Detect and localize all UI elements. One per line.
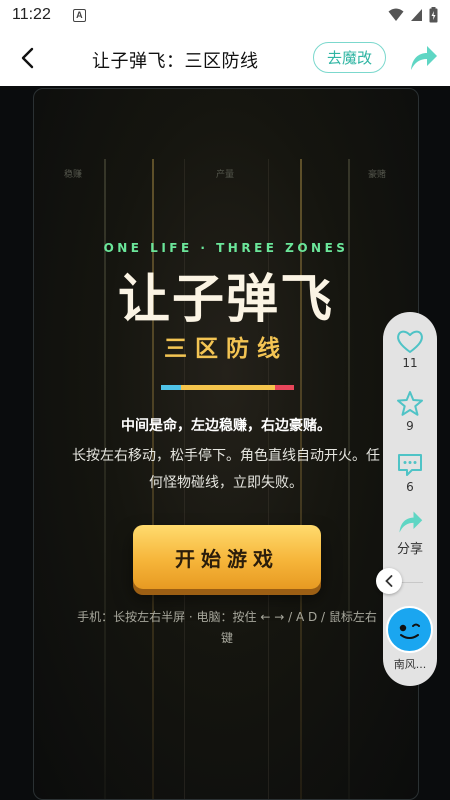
star-icon — [397, 391, 423, 416]
share-button[interactable] — [407, 42, 439, 74]
game-canvas[interactable]: 稳赚 产量 豪赌 ONE LIFE · THREE ZONES 让子弹飞 三区防… — [33, 88, 419, 800]
avatar-face-icon — [399, 623, 420, 639]
controls-hint: 手机：长按左右半屏 · 电脑：按住 ← → / A D / 鼠标左右键 — [77, 610, 377, 645]
zone-color-bar — [161, 385, 294, 390]
share-side-button[interactable]: 分享 — [383, 508, 437, 557]
status-bar: 11:22 A — [0, 0, 450, 30]
comment-button[interactable]: 6 — [383, 452, 437, 494]
notification-icon: A — [72, 8, 86, 22]
hud-label-right: 豪赌 — [368, 170, 387, 180]
star-count: 9 — [406, 419, 414, 433]
author-avatar[interactable] — [386, 606, 433, 653]
start-game-button[interactable]: 开始游戏 — [133, 525, 321, 589]
heart-icon — [397, 330, 423, 353]
zone-bar-right — [275, 385, 294, 390]
zone-bar-mid — [181, 385, 275, 390]
like-button[interactable]: 11 — [383, 328, 437, 370]
battery-icon — [429, 7, 438, 23]
game-subtitle: 三区防线 — [164, 336, 288, 362]
like-count: 11 — [402, 356, 418, 370]
zone-bar-left — [161, 385, 181, 390]
share-arrow-icon — [411, 46, 437, 70]
status-icons — [388, 7, 438, 23]
game-tagline: 中间是命，左边稳赚，右边豪赌。 — [121, 418, 331, 434]
hud-label-center: 产量 — [216, 170, 235, 180]
collapse-panel-button[interactable] — [376, 568, 402, 594]
share-label: 分享 — [396, 542, 423, 557]
hud-label-left: 稳赚 — [64, 170, 83, 180]
share-arrow-icon — [399, 511, 423, 533]
app-header: 让子弹飞：三区防线 去魔改 — [0, 30, 450, 86]
comment-count: 6 — [406, 480, 414, 494]
author-name[interactable]: 南风... — [383, 656, 437, 672]
back-button[interactable] — [12, 43, 42, 73]
comment-icon — [398, 454, 422, 476]
back-arrow-icon — [21, 47, 34, 69]
mod-button[interactable]: 去魔改 — [313, 42, 386, 73]
page-title: 让子弹飞：三区防线 — [92, 51, 259, 72]
chevron-left-icon — [385, 575, 393, 587]
signal-icon — [411, 9, 422, 21]
game-tagline-en: ONE LIFE · THREE ZONES — [103, 241, 349, 255]
wifi-icon — [388, 8, 404, 21]
game-description: 长按左右移动，松手停下。角色直线自动开火。任何怪物碰线，立即失败。 — [72, 448, 380, 491]
status-time: 11:22 — [12, 6, 51, 23]
favorite-button[interactable]: 9 — [383, 390, 437, 433]
game-title: 让子弹飞 — [117, 270, 334, 330]
